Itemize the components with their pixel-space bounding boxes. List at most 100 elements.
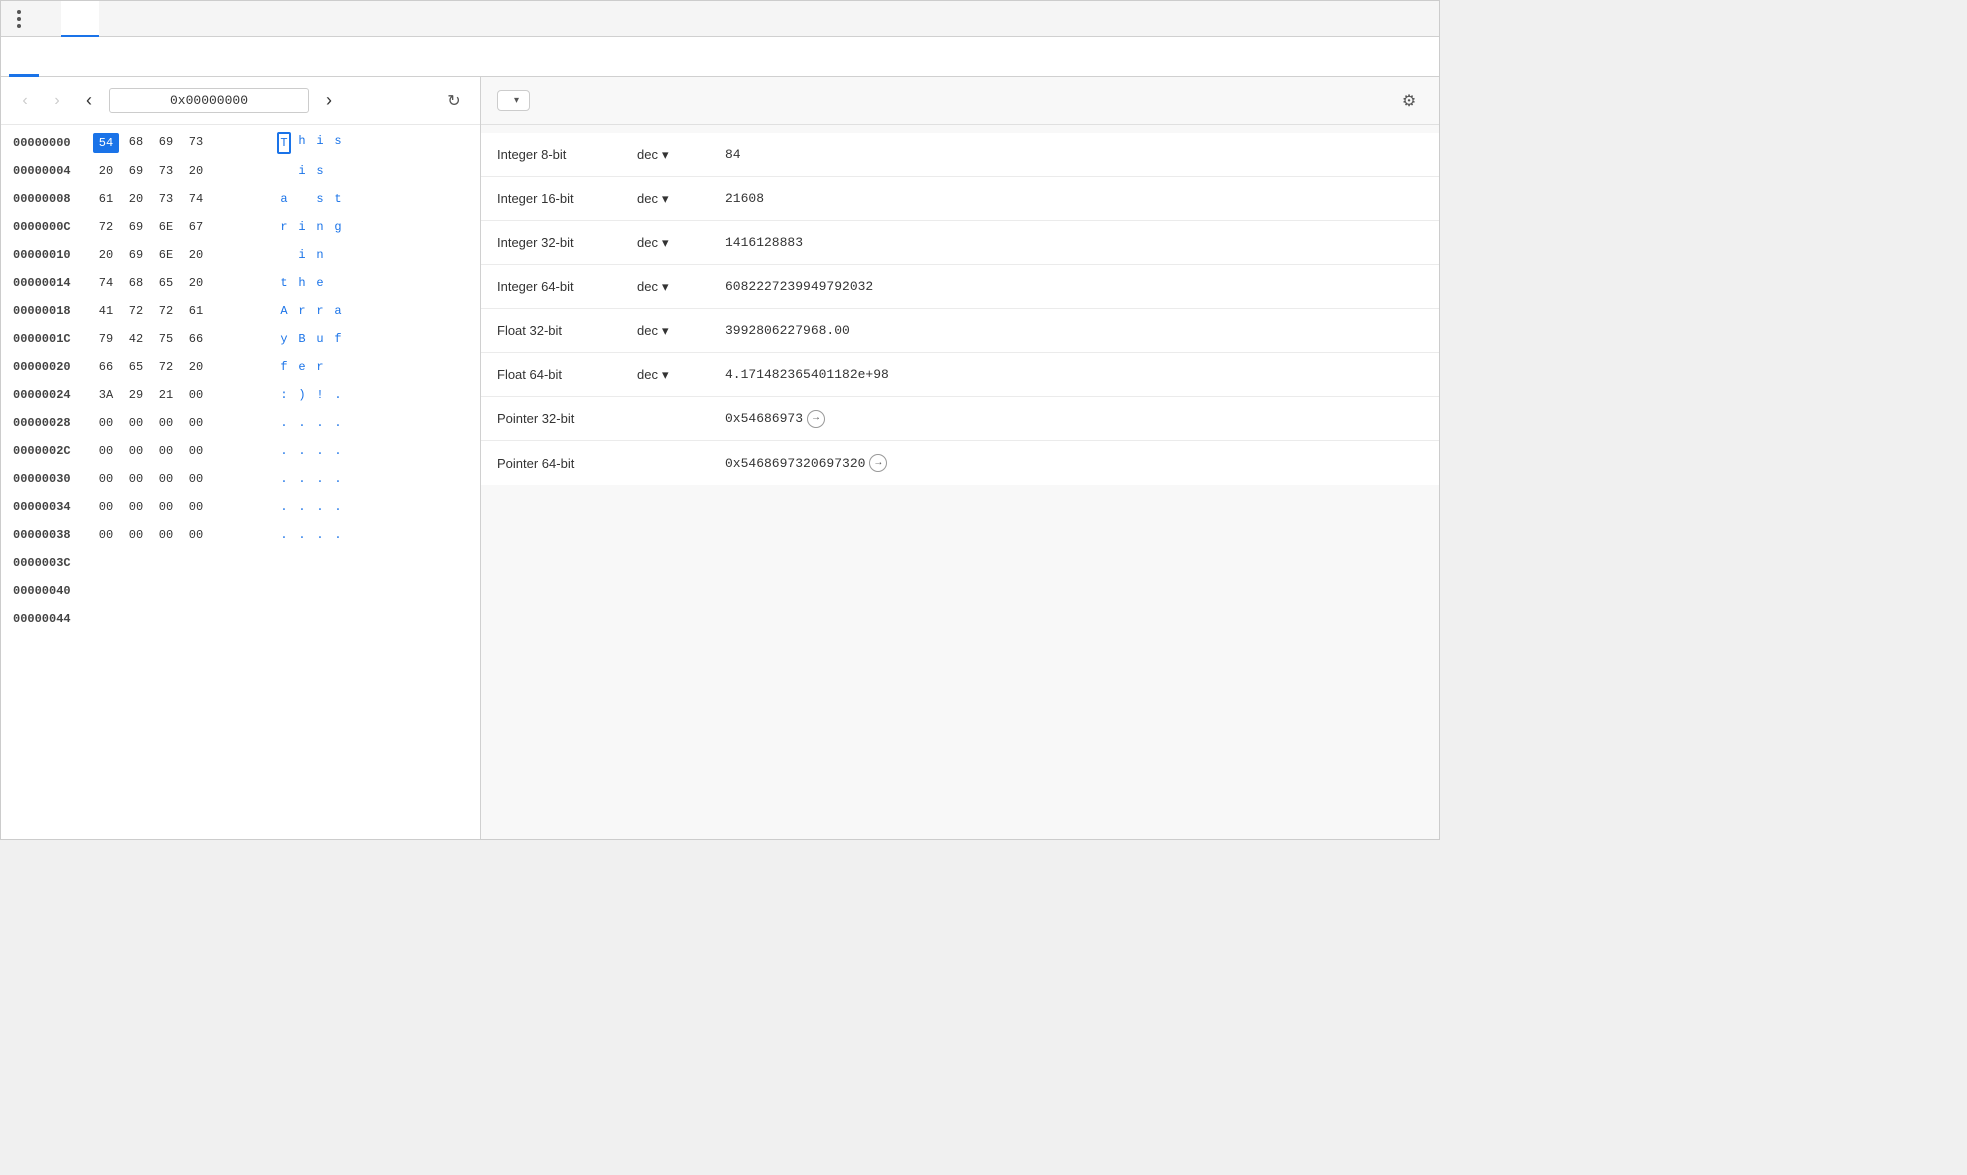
hex-cell[interactable]: 73 xyxy=(153,162,179,180)
ascii-cell[interactable]: y xyxy=(277,330,291,348)
chevron-right-button[interactable]: › xyxy=(317,89,341,113)
hex-cell[interactable]: 00 xyxy=(93,526,119,544)
ascii-cell[interactable]: . xyxy=(277,442,291,460)
hex-cell[interactable]: 00 xyxy=(93,414,119,432)
pointer-jump-icon[interactable]: → xyxy=(807,410,825,428)
hex-cell[interactable]: 00 xyxy=(153,414,179,432)
ascii-cell[interactable]: a xyxy=(277,190,291,208)
ascii-cell[interactable]: : xyxy=(277,386,291,404)
hex-cell[interactable]: 41 xyxy=(93,302,119,320)
hex-cell[interactable]: 6E xyxy=(153,246,179,264)
ascii-cell[interactable]: e xyxy=(313,274,327,292)
format-selector[interactable]: dec▾ xyxy=(637,147,717,163)
ascii-cell[interactable]: s xyxy=(313,162,327,180)
ascii-cell[interactable]: . xyxy=(277,470,291,488)
hex-cell[interactable]: 75 xyxy=(153,330,179,348)
ascii-cell[interactable]: . xyxy=(313,526,327,544)
ascii-cell[interactable]: . xyxy=(331,442,345,460)
ascii-cell[interactable]: . xyxy=(277,526,291,544)
hex-cell[interactable]: 00 xyxy=(183,442,209,460)
ascii-cell[interactable]: t xyxy=(277,274,291,292)
hex-cell[interactable]: 74 xyxy=(93,274,119,292)
ascii-cell[interactable]: ) xyxy=(295,386,309,404)
ascii-cell[interactable]: . xyxy=(331,526,345,544)
ascii-cell[interactable]: . xyxy=(313,414,327,432)
tab-arraybuffer-70[interactable] xyxy=(39,37,63,77)
pointer-link[interactable]: 0x5468697320697320 → xyxy=(725,454,887,472)
hex-cell[interactable]: 54 xyxy=(93,133,119,153)
ascii-cell[interactable]: f xyxy=(277,358,291,376)
tab-arraybuffer-60[interactable] xyxy=(9,37,39,77)
hex-cell[interactable]: 72 xyxy=(93,218,119,236)
ascii-cell[interactable] xyxy=(331,246,345,264)
hex-cell[interactable]: 69 xyxy=(123,162,149,180)
ascii-cell[interactable]: . xyxy=(277,414,291,432)
hex-cell[interactable]: 00 xyxy=(183,386,209,404)
ascii-cell[interactable]: . xyxy=(331,386,345,404)
pointer-link[interactable]: 0x54686973 → xyxy=(725,410,825,428)
hex-cell[interactable]: 66 xyxy=(183,330,209,348)
ascii-cell[interactable]: r xyxy=(295,302,309,320)
ascii-cell[interactable]: T xyxy=(277,132,291,154)
ascii-cell[interactable]: A xyxy=(277,302,291,320)
hex-cell[interactable]: 20 xyxy=(183,246,209,264)
ascii-cell[interactable]: f xyxy=(331,330,345,348)
hex-cell[interactable]: 00 xyxy=(123,414,149,432)
refresh-button[interactable]: ↻ xyxy=(440,87,468,115)
hex-cell[interactable]: 61 xyxy=(93,190,119,208)
hex-cell[interactable]: 00 xyxy=(153,526,179,544)
hex-cell[interactable]: 00 xyxy=(123,442,149,460)
ascii-cell[interactable] xyxy=(331,162,345,180)
settings-button[interactable]: ⚙ xyxy=(1395,87,1423,115)
hex-cell[interactable]: 00 xyxy=(153,470,179,488)
ascii-cell[interactable]: t xyxy=(331,190,345,208)
ascii-cell[interactable]: i xyxy=(295,218,309,236)
back-button[interactable]: ‹ xyxy=(13,89,37,113)
ascii-cell[interactable]: h xyxy=(295,274,309,292)
ascii-cell[interactable]: ! xyxy=(313,386,327,404)
ascii-cell[interactable]: . xyxy=(277,498,291,516)
more-options-button[interactable] xyxy=(9,9,29,29)
format-selector[interactable]: dec▾ xyxy=(637,279,717,295)
hex-cell[interactable]: 3A xyxy=(93,386,119,404)
address-input[interactable] xyxy=(109,88,309,113)
ascii-cell[interactable]: . xyxy=(313,470,327,488)
hex-cell[interactable]: 74 xyxy=(183,190,209,208)
hex-cell[interactable]: 21 xyxy=(153,386,179,404)
ascii-cell[interactable] xyxy=(277,162,291,180)
ascii-cell[interactable]: a xyxy=(331,302,345,320)
hex-cell[interactable]: 73 xyxy=(153,190,179,208)
hex-cell[interactable]: 68 xyxy=(123,274,149,292)
hex-cell[interactable]: 6E xyxy=(153,218,179,236)
hex-cell[interactable]: 65 xyxy=(123,358,149,376)
tab-memory-inspector[interactable] xyxy=(61,1,99,37)
hex-cell[interactable]: 69 xyxy=(123,246,149,264)
endian-selector[interactable]: ▾ xyxy=(497,90,530,111)
hex-cell[interactable]: 20 xyxy=(183,358,209,376)
hex-cell[interactable]: 72 xyxy=(123,302,149,320)
ascii-cell[interactable] xyxy=(277,246,291,264)
hex-cell[interactable]: 00 xyxy=(123,470,149,488)
hex-cell[interactable]: 72 xyxy=(153,358,179,376)
hex-cell[interactable]: 61 xyxy=(183,302,209,320)
ascii-cell[interactable]: e xyxy=(295,358,309,376)
ascii-cell[interactable]: n xyxy=(313,218,327,236)
hex-cell[interactable]: 00 xyxy=(153,498,179,516)
ascii-cell[interactable]: n xyxy=(313,246,327,264)
ascii-cell[interactable]: i xyxy=(295,246,309,264)
ascii-cell[interactable] xyxy=(331,358,345,376)
hex-cell[interactable]: 00 xyxy=(123,498,149,516)
ascii-cell[interactable] xyxy=(331,274,345,292)
hex-cell[interactable]: 66 xyxy=(93,358,119,376)
hex-cell[interactable]: 00 xyxy=(183,470,209,488)
ascii-cell[interactable]: . xyxy=(331,414,345,432)
hex-cell[interactable]: 00 xyxy=(183,526,209,544)
hex-cell[interactable]: 67 xyxy=(183,218,209,236)
ascii-cell[interactable]: . xyxy=(313,498,327,516)
ascii-cell[interactable]: . xyxy=(295,526,309,544)
hex-cell[interactable]: 42 xyxy=(123,330,149,348)
hex-cell[interactable]: 20 xyxy=(93,162,119,180)
hex-cell[interactable]: 00 xyxy=(183,414,209,432)
hex-cell[interactable]: 69 xyxy=(123,218,149,236)
ascii-cell[interactable]: . xyxy=(295,470,309,488)
